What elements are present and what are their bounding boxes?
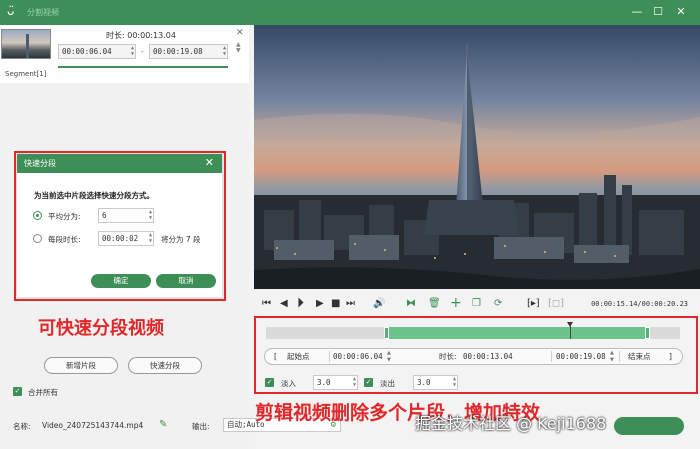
- mark-out-icon[interactable]: ⁅◻⁆: [548, 298, 564, 309]
- quick-split-button[interactable]: 快速分段: [128, 357, 202, 374]
- mark-in-icon[interactable]: ⁅▸⁆: [527, 298, 540, 309]
- add-icon[interactable]: +: [450, 295, 462, 311]
- segment-start-input[interactable]: 00:00:06.04 ▲ ▼: [58, 44, 136, 59]
- maximize-button[interactable]: ☐: [651, 5, 665, 19]
- segment-duration-value: 00:00:13.04: [127, 31, 176, 40]
- scroll-arrows-icon[interactable]: ▲ ▼: [236, 42, 241, 54]
- file-name-label: 名称:: [13, 422, 31, 431]
- dialog-highlight-frame: [14, 151, 226, 301]
- output-label: 输出:: [192, 422, 210, 431]
- merge-all-label: 合并所有: [28, 388, 58, 397]
- video-preview: [254, 25, 700, 289]
- skip-to-end-icon[interactable]: ⏭: [346, 298, 355, 309]
- segment-duration-label: 时长:: [106, 31, 125, 40]
- copy-icon[interactable]: ❐: [472, 298, 481, 309]
- watermark: 掘金技术社区 @ Keji1688: [415, 414, 607, 433]
- segment-duration: 时长: 00:00:13.04: [106, 30, 176, 41]
- stepper-icon[interactable]: ▲ ▼: [223, 45, 226, 57]
- volume-icon[interactable]: 🔊: [373, 298, 385, 309]
- annotation-quick-split: 可快速分段视频: [38, 318, 164, 339]
- minimize-button[interactable]: —: [630, 5, 644, 19]
- skip-to-start-icon[interactable]: ⏮: [262, 298, 271, 309]
- delete-icon[interactable]: 🗑: [428, 298, 441, 309]
- close-icon[interactable]: ✕: [236, 28, 244, 38]
- segment-progress-bar: [58, 66, 228, 68]
- merge-all-checkbox[interactable]: ✓: [13, 387, 22, 396]
- title-bar: ᴗ̈ 分割视频 — ☐ ✕: [0, 0, 700, 25]
- split-icon[interactable]: ⧓: [406, 298, 416, 309]
- app-title: 分割视频: [27, 8, 59, 17]
- play-icon[interactable]: ⏵: [297, 295, 304, 311]
- segment-start-value: 00:00:06.04: [62, 47, 112, 56]
- export-button[interactable]: [614, 417, 684, 435]
- segment-separator: -: [141, 47, 144, 56]
- player-controls: ⏮ ◀ ⏵ ▶ ■ ⏭ 🔊 ⧓ 🗑 + ❐ ⟳ ⁅▸⁆ ⁅◻⁆ 00:00:15…: [254, 290, 700, 317]
- video-frame-image: [254, 25, 700, 289]
- reset-icon[interactable]: ⟳: [494, 298, 502, 309]
- segment-end-input[interactable]: 00:00:19.08 ▲ ▼: [149, 44, 228, 59]
- segment-end-value: 00:00:19.08: [153, 47, 203, 56]
- step-forward-icon[interactable]: ▶: [316, 298, 324, 309]
- file-name-value: Video_240725143744.mp4: [42, 421, 144, 430]
- segment-label: Segment[1]: [5, 70, 47, 78]
- segment-list: Segment[1] 时长: 00:00:13.04 00:00:06.04 ▲…: [0, 25, 249, 83]
- segment-thumbnail[interactable]: [1, 29, 51, 59]
- stop-icon[interactable]: ■: [331, 298, 340, 309]
- close-button[interactable]: ✕: [674, 5, 688, 19]
- new-segment-button[interactable]: 新增片段: [44, 357, 118, 374]
- rabbit-logo-icon: ᴗ̈: [7, 4, 15, 18]
- editor-highlight-frame: [254, 316, 698, 394]
- step-back-icon[interactable]: ◀: [280, 298, 288, 309]
- stepper-icon[interactable]: ▲ ▼: [131, 45, 134, 57]
- playback-timecode: 00:00:15.14/00:00:20.23: [591, 300, 688, 308]
- edit-pencil-icon[interactable]: ✎: [159, 419, 167, 430]
